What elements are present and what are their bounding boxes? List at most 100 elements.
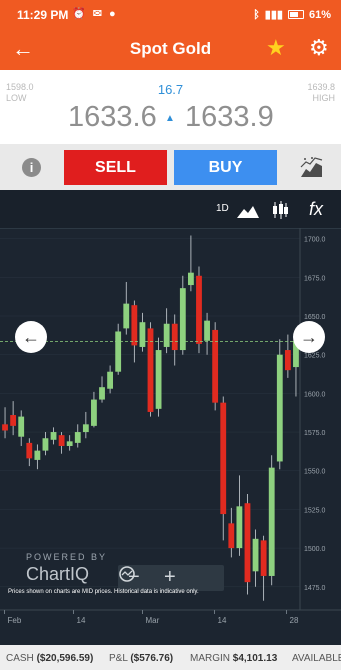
y-tick-label: 1550.0 bbox=[304, 469, 326, 476]
candle-down bbox=[260, 540, 267, 576]
cash-stat: CASH ($20,596.59) bbox=[6, 653, 93, 664]
candle-up bbox=[236, 506, 243, 549]
candle-down bbox=[228, 523, 235, 549]
scroll-right-arrow-icon[interactable]: → bbox=[293, 321, 325, 353]
candle-up bbox=[204, 320, 210, 341]
candle-up bbox=[99, 387, 105, 400]
y-tick-label: 1600.0 bbox=[304, 391, 326, 398]
page-title: Spot Gold bbox=[129, 39, 212, 58]
y-tick-label: 1700.0 bbox=[304, 237, 326, 244]
margin-value: $4,101.13 bbox=[232, 653, 278, 664]
chartiq-logo: ChartIQ bbox=[26, 564, 90, 584]
period-selector[interactable]: 1D bbox=[216, 203, 229, 214]
y-tick-label: 1525.0 bbox=[304, 507, 326, 514]
status-bar: 11:29 PM ⏰ ✉ ● ᛒ ▮▮▮ 61% bbox=[0, 0, 341, 30]
candle-up bbox=[115, 331, 122, 372]
candle-up bbox=[107, 371, 114, 389]
candle-up bbox=[34, 450, 41, 460]
price-up-arrow-icon: ▲ bbox=[165, 113, 175, 124]
chart-disclaimer: Prices shown on charts are MID prices. H… bbox=[8, 589, 199, 595]
mountain-chart-icon[interactable] bbox=[236, 202, 260, 220]
y-tick-label: 1575.0 bbox=[304, 430, 326, 437]
info-icon[interactable]: i bbox=[22, 158, 41, 177]
x-tick-label: 28 bbox=[290, 616, 299, 625]
spread-value: 16.7 bbox=[157, 82, 184, 97]
x-tick-label: 14 bbox=[77, 616, 86, 625]
candle-up bbox=[187, 272, 194, 286]
settings-gear-icon[interactable]: ⚙ bbox=[309, 35, 329, 61]
y-tick-label: 1475.0 bbox=[304, 585, 326, 592]
y-tick-label: 1675.0 bbox=[304, 275, 326, 282]
status-time: 11:29 PM bbox=[17, 8, 69, 22]
notification-icons: ⏰ ✉ ● bbox=[72, 8, 118, 20]
candle-down bbox=[10, 415, 17, 426]
candle-up bbox=[42, 438, 49, 451]
candle-up bbox=[82, 424, 89, 433]
signal-icon: ▮▮▮ bbox=[264, 9, 283, 21]
pl-stat: P&L ($576.76) bbox=[109, 653, 173, 664]
y-tick-label: 1625.0 bbox=[304, 353, 326, 360]
x-tick-label: Feb bbox=[8, 616, 22, 625]
candle-up bbox=[139, 322, 146, 347]
y-tick-label: 1650.0 bbox=[304, 314, 326, 321]
pl-value: ($576.76) bbox=[130, 653, 174, 664]
candle-up bbox=[155, 350, 162, 409]
cash-label: CASH bbox=[6, 653, 34, 664]
candle-down bbox=[147, 328, 154, 412]
ask-price: 1633.9 bbox=[185, 101, 274, 133]
candle-up bbox=[179, 288, 186, 351]
bid-price: 1633.6 bbox=[68, 101, 157, 133]
battery-icon bbox=[287, 10, 304, 19]
candle-up bbox=[276, 354, 283, 462]
x-tick-label: 14 bbox=[218, 616, 227, 625]
high-value: 1639.8 bbox=[307, 82, 335, 92]
powered-by-label: POWERED BY bbox=[26, 552, 108, 562]
battery-level: 61% bbox=[308, 8, 331, 21]
price-quote-panel: 1598.0 LOW 16.7 1639.8 HIGH 1633.6 ▲ 163… bbox=[0, 70, 341, 144]
y-tick-label: 1500.0 bbox=[304, 546, 326, 553]
zoom-out-button[interactable]: − bbox=[128, 566, 140, 589]
candle-up bbox=[18, 416, 25, 437]
scroll-left-arrow-icon[interactable]: ← bbox=[15, 321, 47, 353]
candle-down bbox=[244, 503, 251, 583]
pl-label: P&L bbox=[109, 653, 128, 664]
candle-down bbox=[212, 329, 219, 403]
trade-action-bar bbox=[0, 144, 341, 190]
chart-analysis-icon[interactable] bbox=[298, 155, 326, 179]
high-price: 1639.8 HIGH bbox=[307, 82, 335, 104]
candle-down bbox=[284, 350, 291, 371]
candle-up bbox=[50, 432, 57, 440]
candle-up bbox=[74, 432, 81, 443]
margin-stat: MARGIN $4,101.13 bbox=[190, 653, 277, 664]
candle-down bbox=[196, 275, 202, 344]
available-stat: AVAILABLE bbox=[292, 653, 341, 664]
candle-up bbox=[252, 538, 259, 572]
studies-fx-icon[interactable]: fx bbox=[309, 199, 323, 220]
bluetooth-icon: ᛒ bbox=[253, 8, 260, 21]
margin-label: MARGIN bbox=[190, 653, 230, 664]
cash-value: ($20,596.59) bbox=[36, 653, 94, 664]
candle-up bbox=[123, 303, 130, 329]
candle-down bbox=[171, 323, 178, 351]
zoom-in-button[interactable]: + bbox=[164, 566, 176, 589]
candle-down bbox=[131, 305, 138, 346]
x-tick-label: Mar bbox=[146, 616, 160, 625]
candle-up bbox=[66, 441, 73, 446]
favorite-star-icon[interactable]: ★ bbox=[266, 35, 286, 61]
candle-up bbox=[91, 399, 97, 426]
candle-down bbox=[26, 442, 33, 459]
status-right: ᛒ ▮▮▮ 61% bbox=[253, 8, 331, 22]
candle-up bbox=[268, 467, 275, 576]
buy-button[interactable]: BUY bbox=[174, 150, 277, 185]
chart-toolbar: 1D fx bbox=[0, 190, 341, 229]
candle-chart-icon[interactable] bbox=[271, 200, 289, 220]
candle-down bbox=[2, 424, 8, 431]
candle-up bbox=[163, 323, 170, 347]
high-label: HIGH bbox=[312, 93, 336, 103]
account-summary-bar: CASH ($20,596.59) P&L ($576.76) MARGIN $… bbox=[0, 645, 341, 670]
sell-button[interactable]: SELL bbox=[64, 150, 167, 185]
candle-down bbox=[58, 435, 65, 446]
candle-down bbox=[220, 402, 227, 515]
zoom-controls: − + bbox=[118, 565, 224, 591]
app-bar: ← Spot Gold ★ ⚙ bbox=[0, 30, 341, 70]
